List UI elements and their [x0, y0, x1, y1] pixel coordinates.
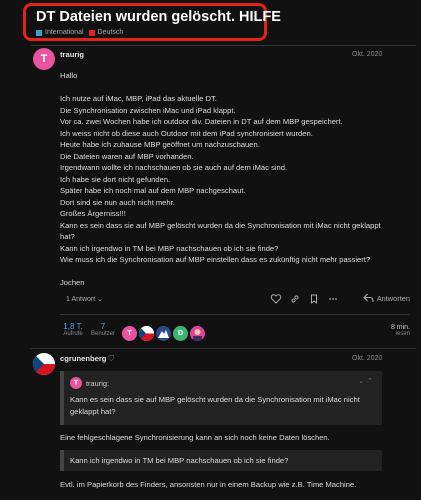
post-line: Ich weiss nicht ob diese auch Outdoor mi… [60, 128, 313, 138]
czech-flag-icon [33, 353, 55, 375]
more-icon[interactable] [327, 293, 339, 305]
views-label: Aufrufe [63, 331, 83, 337]
post-line: Heute habe ich zuhause MBP geöffnet um n… [60, 140, 260, 149]
post-line: Kann es sein dass sie auf MBP gelöscht w… [60, 220, 381, 230]
avatar[interactable]: T [33, 48, 55, 70]
post-line: Später habe ich noch mal auf dem MBP nac… [60, 186, 246, 195]
read-time-label: lesen [395, 331, 410, 337]
participant-letter: T [127, 330, 132, 337]
category-list: International Deutsch [36, 29, 123, 36]
avatar-letter: T [40, 53, 48, 65]
czech-flag-icon [139, 326, 154, 341]
quote-controls: ⌄⌃ [358, 377, 376, 385]
post-text: Evtl. im Papierkorb des Finders, ansonst… [60, 480, 357, 489]
read-time-stat: 8 min. lesen [391, 324, 410, 337]
topic-map: 1,8 T. Aufrufe 7 Benutzer T D 8 min. les… [60, 322, 410, 346]
avatar[interactable] [33, 353, 55, 375]
post-line: Die Synchronisation zwischen iMac und iP… [60, 105, 236, 115]
users-stat: 7 Benutzer [88, 322, 118, 337]
users-label: Benutzer [90, 331, 115, 337]
read-time-value: 8 min. [390, 324, 410, 331]
category-label: Deutsch [97, 29, 124, 36]
divider [30, 348, 416, 349]
quote-avatar-letter: T [73, 379, 79, 387]
photo-avatar-icon [193, 329, 202, 341]
reply-icon [362, 293, 374, 302]
quote-avatar: T [70, 377, 82, 389]
participant-letter: D [177, 330, 184, 337]
mountain-logo-icon [158, 330, 169, 338]
heart-icon[interactable] [270, 293, 282, 305]
topic-title-highlight: DT Dateien wurden gelöscht. HILFE Intern… [23, 3, 281, 41]
post-body: Hallo Ich nutze auf iMac, MBP, iPad das … [60, 70, 410, 289]
category-international[interactable]: International [36, 29, 84, 36]
post-text: Eine fehlgeschlagene Synchronisierung ka… [60, 433, 330, 442]
post-line: Kann ich irgendwo in TM bei MBP nachscha… [60, 243, 279, 253]
chevron-up-icon[interactable]: ⌃ [367, 378, 376, 385]
chevron-down-icon[interactable]: ⌄ [358, 378, 367, 385]
participant-avatar[interactable] [190, 326, 205, 341]
participant-avatar[interactable] [156, 326, 171, 341]
post-username[interactable]: traurig [60, 50, 84, 59]
quote-text: Kann es sein dass sie auf MBP gelöscht w… [70, 394, 360, 417]
shield-icon: ⛉ [108, 354, 115, 363]
divider [60, 314, 410, 315]
post-date[interactable]: Okt. 2020 [352, 51, 382, 58]
participant-avatar[interactable]: D [173, 326, 188, 341]
replies-toggle[interactable]: 1 Antwort ⌄ [66, 295, 103, 303]
quote-username[interactable]: traurig: [86, 379, 109, 388]
topic-title[interactable]: DT Dateien wurden gelöscht. HILFE [36, 9, 281, 25]
post-username[interactable]: cgrunenberg ⛉ [60, 354, 114, 364]
link-icon[interactable] [289, 293, 301, 305]
post-line: Dort sind sie nun auch nicht mehr. [60, 197, 175, 207]
post-line [60, 266, 410, 278]
divider [30, 45, 416, 46]
category-label: International [45, 29, 84, 36]
post-line: Ich nutze auf iMac, MBP, iPad das aktuel… [60, 94, 217, 103]
participant-avatar[interactable]: T [122, 326, 137, 341]
reply-button[interactable]: Antworten [362, 293, 410, 303]
views-stat: 1,8 T. Aufrufe [60, 322, 86, 337]
category-color-square [36, 29, 42, 36]
chevron-down-icon: ⌄ [97, 296, 104, 303]
replies-label: 1 Antwort [66, 296, 96, 303]
category-color-square [88, 29, 95, 36]
post-line: Jochen [60, 278, 85, 287]
reply-label: Antworten [376, 293, 410, 303]
post-line: Irgendwann wollte ich nachschauen ob sie… [60, 163, 288, 172]
post-line: Hallo [60, 71, 78, 80]
quote-block: Kann ich irgendwo in TM bei MBP nachscha… [60, 450, 382, 471]
post-line: Die Dateien waren auf MBP vorhanden. [60, 151, 194, 161]
users-value: 7 [100, 322, 106, 331]
quote-text: Kann ich irgendwo in TM bei MBP nachscha… [70, 455, 288, 467]
post-line: Großes Ärgerniss!!! [60, 209, 126, 218]
username-text: cgrunenberg [60, 354, 107, 363]
category-deutsch[interactable]: Deutsch [88, 29, 124, 36]
participant-avatar[interactable] [139, 326, 154, 341]
post-line: Wie muss ich die Synchronisation auf MBP… [60, 255, 371, 264]
views-value: 1,8 T. [63, 322, 83, 331]
post-actions: 1 Antwort ⌄ Antworten [60, 292, 410, 306]
quote-line: Kann ich irgendwo in TM bei MBP nachscha… [70, 456, 289, 465]
post-line: Ich habe sie dort nicht gefunden. [60, 174, 171, 184]
post-line [60, 82, 410, 94]
post-line: hat? [60, 232, 75, 241]
quote-header: T traurig: [70, 377, 109, 389]
quote-line: geklappt hat? [70, 406, 116, 416]
quote-line: Kann es sein dass sie auf MBP gelöscht w… [70, 395, 360, 404]
quote-block: T traurig: ⌄⌃ Kann es sein dass sie auf … [60, 371, 382, 425]
post-date[interactable]: Okt. 2020 [352, 355, 382, 362]
bookmark-icon[interactable] [308, 293, 320, 305]
post-line: Vor ca. zwei Wochen habe ich outdoor div… [60, 117, 343, 126]
